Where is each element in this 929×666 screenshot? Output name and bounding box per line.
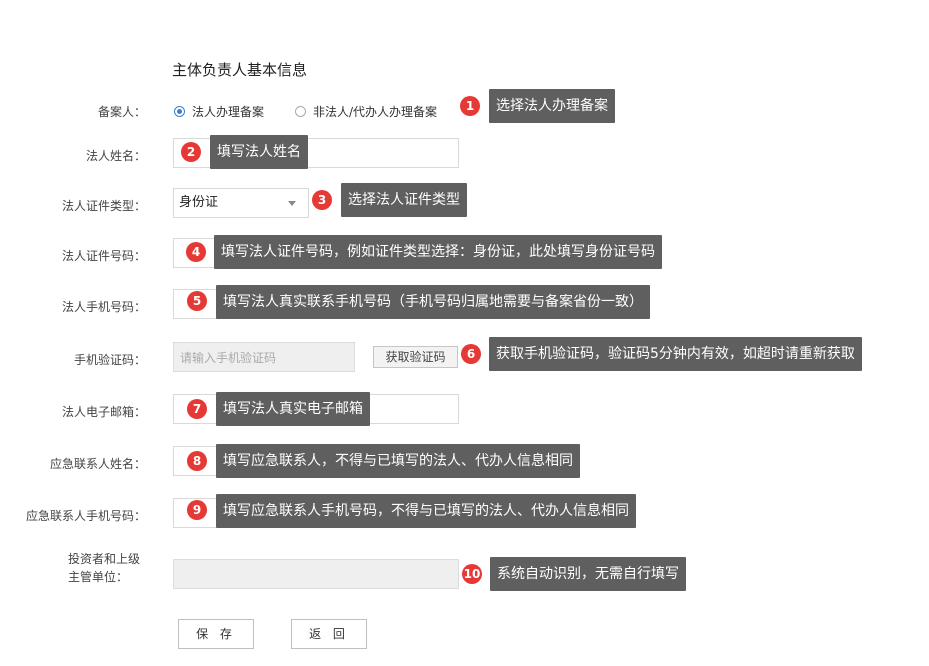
investor-label-line1: 投资者和上级 — [68, 552, 141, 566]
annotation-tip-3: 选择法人证件类型 — [341, 183, 467, 217]
id-type-value: 身份证 — [179, 195, 219, 210]
annotation-badge-5: 5 — [187, 291, 207, 311]
annotation-badge-3: 3 — [312, 190, 332, 210]
annotation-badge-1: 1 — [460, 96, 480, 116]
radio-non-legal-person[interactable] — [295, 106, 306, 117]
annotation-badge-4: 4 — [186, 242, 206, 262]
annotation-tip-4: 填写法人证件号码，例如证件类型选择：身份证，此处填写身份证号码 — [214, 235, 662, 269]
annotation-badge-2: 2 — [181, 142, 201, 162]
annotation-badge-6: 6 — [461, 344, 481, 364]
id-number-label: 法人证件号码： — [61, 249, 146, 263]
annotation-tip-9: 填写应急联系人手机号码，不得与已填写的法人、代办人信息相同 — [216, 494, 636, 528]
radio-legal-person-label[interactable]: 法人办理备案 — [192, 103, 264, 120]
sms-code-input[interactable]: 请输入手机验证码 — [173, 342, 355, 372]
legal-name-label: 法人姓名： — [85, 149, 146, 163]
phone-label: 法人手机号码： — [61, 300, 146, 314]
annotation-badge-9: 9 — [187, 500, 207, 520]
page-title: 主体负责人基本信息 — [172, 61, 308, 79]
investor-label: 投资者和上级 主管单位： — [68, 550, 140, 586]
sms-code-label: 手机验证码： — [73, 353, 146, 367]
id-type-select[interactable]: 身份证 — [173, 188, 309, 218]
radio-legal-person[interactable] — [174, 106, 185, 117]
back-button[interactable]: 返 回 — [291, 619, 367, 649]
id-type-label: 法人证件类型： — [61, 199, 146, 213]
emergency-name-label: 应急联系人姓名： — [49, 457, 146, 471]
annotation-badge-10: 10 — [462, 564, 482, 584]
get-sms-code-button[interactable]: 获取验证码 — [373, 346, 458, 368]
emergency-phone-label: 应急联系人手机号码： — [25, 509, 146, 523]
annotation-tip-1: 选择法人办理备案 — [489, 89, 615, 123]
annotation-tip-10: 系统自动识别，无需自行填写 — [490, 557, 686, 591]
annotation-tip-6: 获取手机验证码，验证码5分钟内有效，如超时请重新获取 — [489, 337, 862, 371]
annotation-tip-7: 填写法人真实电子邮箱 — [216, 392, 370, 426]
investor-input — [173, 559, 459, 589]
save-button[interactable]: 保 存 — [178, 619, 254, 649]
annotation-badge-7: 7 — [187, 399, 207, 419]
annotation-badge-8: 8 — [187, 451, 207, 471]
chevron-down-icon — [288, 201, 296, 206]
annotation-tip-2: 填写法人姓名 — [210, 135, 308, 169]
radio-non-legal-person-label[interactable]: 非法人/代办人办理备案 — [313, 103, 437, 120]
annotation-tip-5: 填写法人真实联系手机号码（手机号码归属地需要与备案省份一致） — [216, 285, 650, 319]
email-label: 法人电子邮箱： — [61, 405, 146, 419]
investor-label-line2: 主管单位： — [68, 570, 129, 584]
filer-label: 备案人： — [97, 105, 146, 119]
annotation-tip-8: 填写应急联系人，不得与已填写的法人、代办人信息相同 — [216, 444, 580, 478]
